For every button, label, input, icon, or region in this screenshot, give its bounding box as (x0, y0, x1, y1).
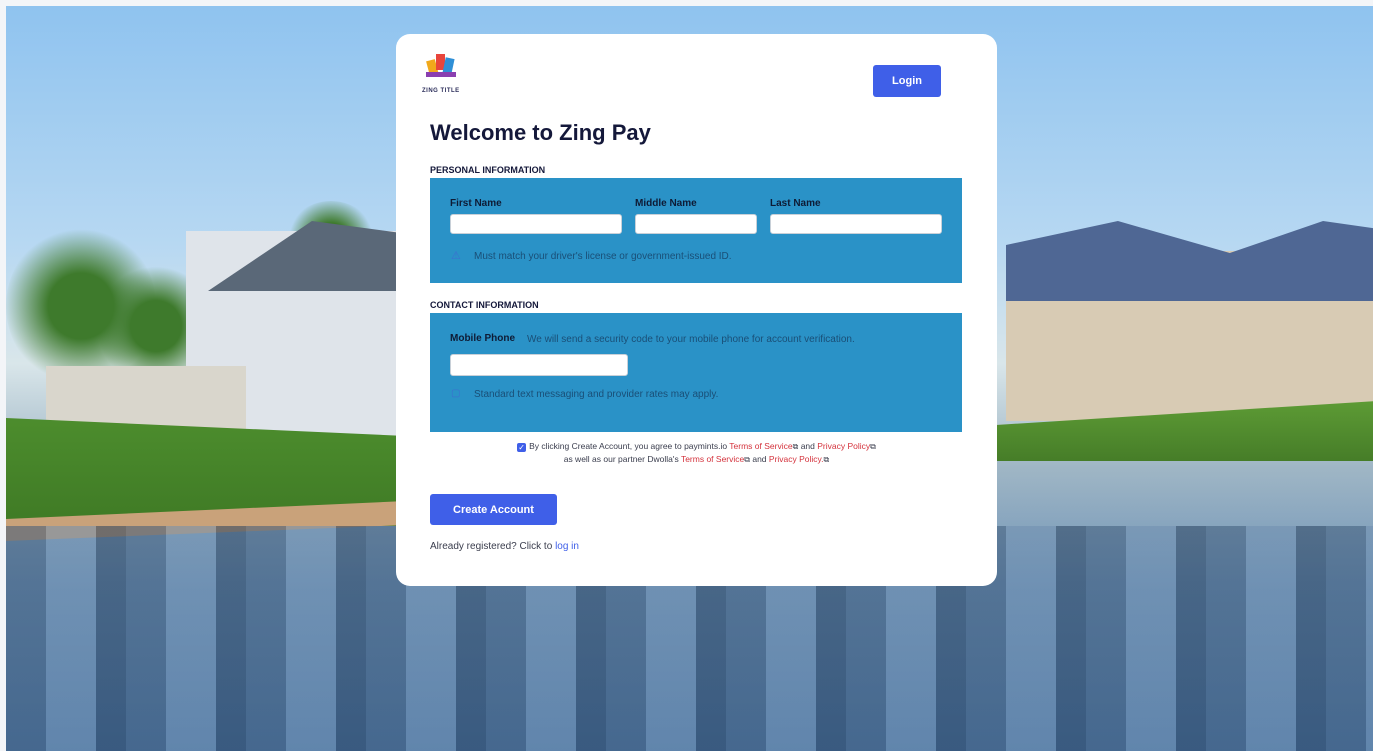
already-text: Already registered? Click to (430, 541, 553, 552)
login-button[interactable]: Login (873, 65, 941, 97)
personal-info-panel: First Name Middle Name Last Name ⚠ Must … (430, 178, 962, 283)
log-in-link[interactable]: log in (555, 541, 579, 552)
agreement-and: and (752, 454, 767, 464)
paymints-terms-link[interactable]: Terms of Service (729, 441, 792, 451)
zing-title-logo: ZING TITLE (422, 50, 462, 100)
already-registered: Already registered? Click to log in (430, 541, 579, 552)
name-hint: Must match your driver's license or gove… (474, 251, 732, 262)
agreement-line1: By clicking Create Account, you agree to… (529, 441, 728, 451)
paymints-privacy-link[interactable]: Privacy Policy (817, 441, 870, 451)
agreement-text: ✓ By clicking Create Account, you agree t… (396, 440, 997, 466)
agree-checkbox[interactable]: ✓ (517, 443, 527, 452)
mobile-phone-label: Mobile Phone (450, 333, 515, 344)
roof-right (1006, 221, 1373, 301)
contact-section-title: CONTACT INFORMATION (430, 300, 539, 310)
page-title: Welcome to Zing Pay (430, 120, 651, 145)
mobile-phone-note: We will send a security code to your mob… (527, 334, 855, 345)
last-name-input[interactable] (770, 214, 942, 234)
personal-section-title: PERSONAL INFORMATION (430, 165, 546, 175)
external-link-icon: ⧉ (870, 442, 876, 451)
external-link-icon: ⧉ (823, 455, 830, 464)
sms-rates-note: Standard text messaging and provider rat… (474, 389, 719, 400)
agreement-line2: as well as our partner Dwolla's (563, 454, 679, 464)
middle-name-label: Middle Name (635, 198, 697, 209)
last-name-label: Last Name (770, 198, 821, 209)
first-name-input[interactable] (450, 214, 622, 234)
external-link-icon: ⧉ (744, 455, 750, 464)
middle-name-input[interactable] (635, 214, 757, 234)
signup-card: ZING TITLE Login Welcome to Zing Pay PER… (396, 34, 997, 586)
dwolla-terms-link[interactable]: Terms of Service (681, 454, 744, 464)
dwolla-privacy-link[interactable]: Privacy Policy. (769, 454, 824, 464)
create-account-button[interactable]: Create Account (430, 494, 557, 525)
warning-icon: ⚠ (451, 250, 461, 262)
mobile-phone-input[interactable] (450, 354, 628, 376)
logo-text: ZING TITLE (422, 88, 460, 94)
message-icon: ▢ (451, 388, 461, 399)
first-name-label: First Name (450, 198, 502, 209)
external-link-icon: ⧉ (792, 442, 799, 451)
agreement-and: and (800, 441, 815, 451)
contact-info-panel: Mobile Phone We will send a security cod… (430, 313, 962, 432)
